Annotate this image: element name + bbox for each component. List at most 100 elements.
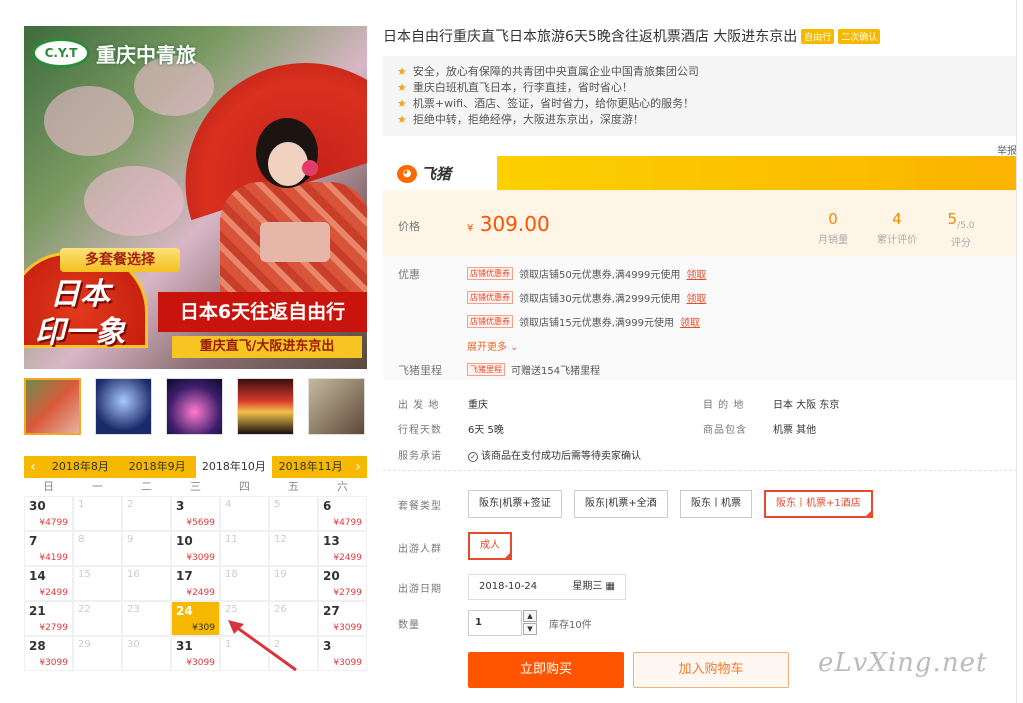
- star-icon: ★: [397, 112, 407, 126]
- price-label: 价格: [398, 220, 420, 233]
- calendar-day[interactable]: 6 ¥4799: [318, 496, 367, 531]
- weekday-cell: 五: [288, 480, 299, 493]
- claim-coupon-link[interactable]: 领取: [686, 290, 706, 305]
- star-icon: ★: [397, 96, 407, 110]
- coupon-text: 领取店铺50元优惠券,满4999元使用: [519, 270, 681, 281]
- circle-line-2: 印一象: [35, 315, 125, 350]
- calendar-day: 2: [122, 496, 171, 531]
- calendar-day[interactable]: 20 ¥2799: [318, 566, 367, 601]
- day-price: ¥2499: [333, 553, 362, 563]
- month-tab[interactable]: 2018年9月: [119, 456, 196, 478]
- day-price: ¥3099: [186, 658, 215, 668]
- includes-value: 机票 其他: [773, 425, 817, 436]
- multi-package-tag: 多套餐选择: [60, 248, 180, 272]
- calendar-day[interactable]: 7 ¥4199: [24, 531, 73, 566]
- circle-line-1: 日本: [50, 277, 110, 312]
- coupon-tag: 店铺优惠券: [467, 267, 513, 280]
- quantity-input[interactable]: 1: [468, 610, 522, 636]
- show-more-link[interactable]: 展开更多 ⌄: [467, 338, 519, 353]
- day-price: ¥2799: [39, 623, 68, 633]
- day-price: ¥2499: [39, 588, 68, 598]
- day-number: 9: [127, 534, 134, 545]
- add-to-cart-button[interactable]: 加入购物车: [633, 652, 789, 688]
- calendar-day[interactable]: 10 ¥3099: [171, 531, 220, 566]
- day-number: 10: [176, 534, 193, 548]
- calendar-day[interactable]: 31 ¥3099: [171, 636, 220, 671]
- weekday-cell: 日: [43, 480, 54, 493]
- feature-text: 安全，放心有保障的共青团中央直属企业中国青旅集团公司: [412, 65, 699, 78]
- blossom-decoration: [44, 86, 134, 156]
- cyts-logo-icon: C.Y.T: [32, 38, 90, 68]
- destination-value: 日本 大阪 东京: [773, 400, 840, 411]
- day-number: 28: [29, 639, 46, 653]
- calendar-day[interactable]: 3 ¥5699: [171, 496, 220, 531]
- feature-item: ★ 重庆白班机直飞日本，行李直挂，省时省心！: [397, 79, 1003, 95]
- claim-coupon-link[interactable]: 领取: [686, 266, 706, 281]
- travel-date-field[interactable]: 2018-10-24 星期三 ▦: [468, 574, 626, 600]
- day-number: 11: [225, 534, 238, 545]
- qty-down-icon[interactable]: ▼: [523, 623, 537, 635]
- month-tab[interactable]: 2018年11月: [272, 456, 349, 478]
- day-number: 17: [176, 569, 193, 583]
- calendar-day[interactable]: 28 ¥3099: [24, 636, 73, 671]
- claim-coupon-link[interactable]: 领取: [680, 314, 700, 329]
- package-option[interactable]: 阪东丨机票: [680, 490, 752, 518]
- calendar-day-selected[interactable]: 24 ¥309: [171, 601, 220, 636]
- calendar-day[interactable]: 21 ¥2799: [24, 601, 73, 636]
- calendar-day[interactable]: 14 ¥2499: [24, 566, 73, 601]
- service-text: 该商品在支付成功后需等待卖家确认: [481, 451, 641, 462]
- day-number: 15: [78, 569, 91, 580]
- tag-free-travel: 自由行: [801, 28, 835, 44]
- calendar-day[interactable]: 17 ¥2499: [171, 566, 220, 601]
- stat-value: 0: [828, 210, 838, 228]
- depart-label: 出 发 地: [398, 400, 440, 411]
- thumbnail-1[interactable]: [24, 378, 81, 435]
- weekday-cell: 六: [337, 480, 348, 493]
- calendar-day[interactable]: 13 ¥2499: [318, 531, 367, 566]
- people-option-selected[interactable]: 成人: [468, 532, 512, 560]
- qty-up-icon[interactable]: ▲: [523, 610, 537, 622]
- day-price: ¥3099: [333, 623, 362, 633]
- currency-symbol: ¥: [467, 223, 474, 234]
- buy-now-button[interactable]: 立即购买: [468, 652, 624, 688]
- day-number: 16: [127, 569, 140, 580]
- fliggy-logo: ◕ 飞猪: [397, 163, 451, 184]
- thumbnail-3[interactable]: [166, 378, 223, 435]
- day-number: 30: [29, 499, 46, 513]
- prev-month-arrow-icon[interactable]: ‹: [24, 459, 42, 475]
- coupon-label: 优惠: [398, 268, 420, 281]
- calendar-month-bar: ‹ 2018年8月 2018年9月 2018年10月 2018年11月 ›: [24, 456, 367, 478]
- day-number: 8: [78, 534, 85, 545]
- next-month-arrow-icon[interactable]: ›: [349, 459, 367, 475]
- calendar-icon: ▦: [605, 581, 615, 592]
- divider: [383, 470, 1017, 471]
- report-link[interactable]: 举报: [997, 142, 1017, 157]
- package-option[interactable]: 阪东|机票+全酒: [574, 490, 668, 518]
- brand-name: 重庆中青旅: [96, 42, 196, 67]
- calendar-day[interactable]: 3 ¥3099: [318, 636, 367, 671]
- day-number: 3: [323, 639, 332, 653]
- month-tab-active[interactable]: 2018年10月: [195, 456, 273, 478]
- calendar-day: 30: [122, 636, 171, 671]
- mileage-text: 可赠送154飞猪里程: [511, 366, 601, 377]
- mileage-row: 飞猪里程 可赠送154飞猪里程: [467, 362, 600, 377]
- calendar-day[interactable]: 27 ¥3099: [318, 601, 367, 636]
- calendar-day[interactable]: 30 ¥4799: [24, 496, 73, 531]
- calendar-day: 1: [73, 496, 122, 531]
- thumbnail-2[interactable]: [95, 378, 152, 435]
- thumbnail-4[interactable]: [237, 378, 294, 435]
- coupon-row: 店铺优惠券 领取店铺30元优惠券,满2999元使用 领取: [467, 290, 706, 305]
- day-number: 19: [274, 569, 287, 580]
- thumbnail-5[interactable]: [308, 378, 365, 435]
- day-number: 2: [127, 499, 134, 510]
- price-value: ¥ 309.00: [467, 212, 550, 236]
- package-option-selected[interactable]: 阪东丨机票+1酒店: [764, 490, 873, 518]
- month-tab[interactable]: 2018年8月: [42, 456, 119, 478]
- day-price: ¥4799: [333, 518, 362, 528]
- package-option[interactable]: 阪东|机票+签证: [468, 490, 562, 518]
- stat-reviews[interactable]: 4 累计评价: [865, 210, 929, 246]
- weekday-value: 星期三 ▦: [572, 575, 615, 599]
- weekday-cell: 三: [190, 480, 201, 493]
- calendar-day: 16: [122, 566, 171, 601]
- fliggy-pig-icon: ◕: [397, 164, 417, 183]
